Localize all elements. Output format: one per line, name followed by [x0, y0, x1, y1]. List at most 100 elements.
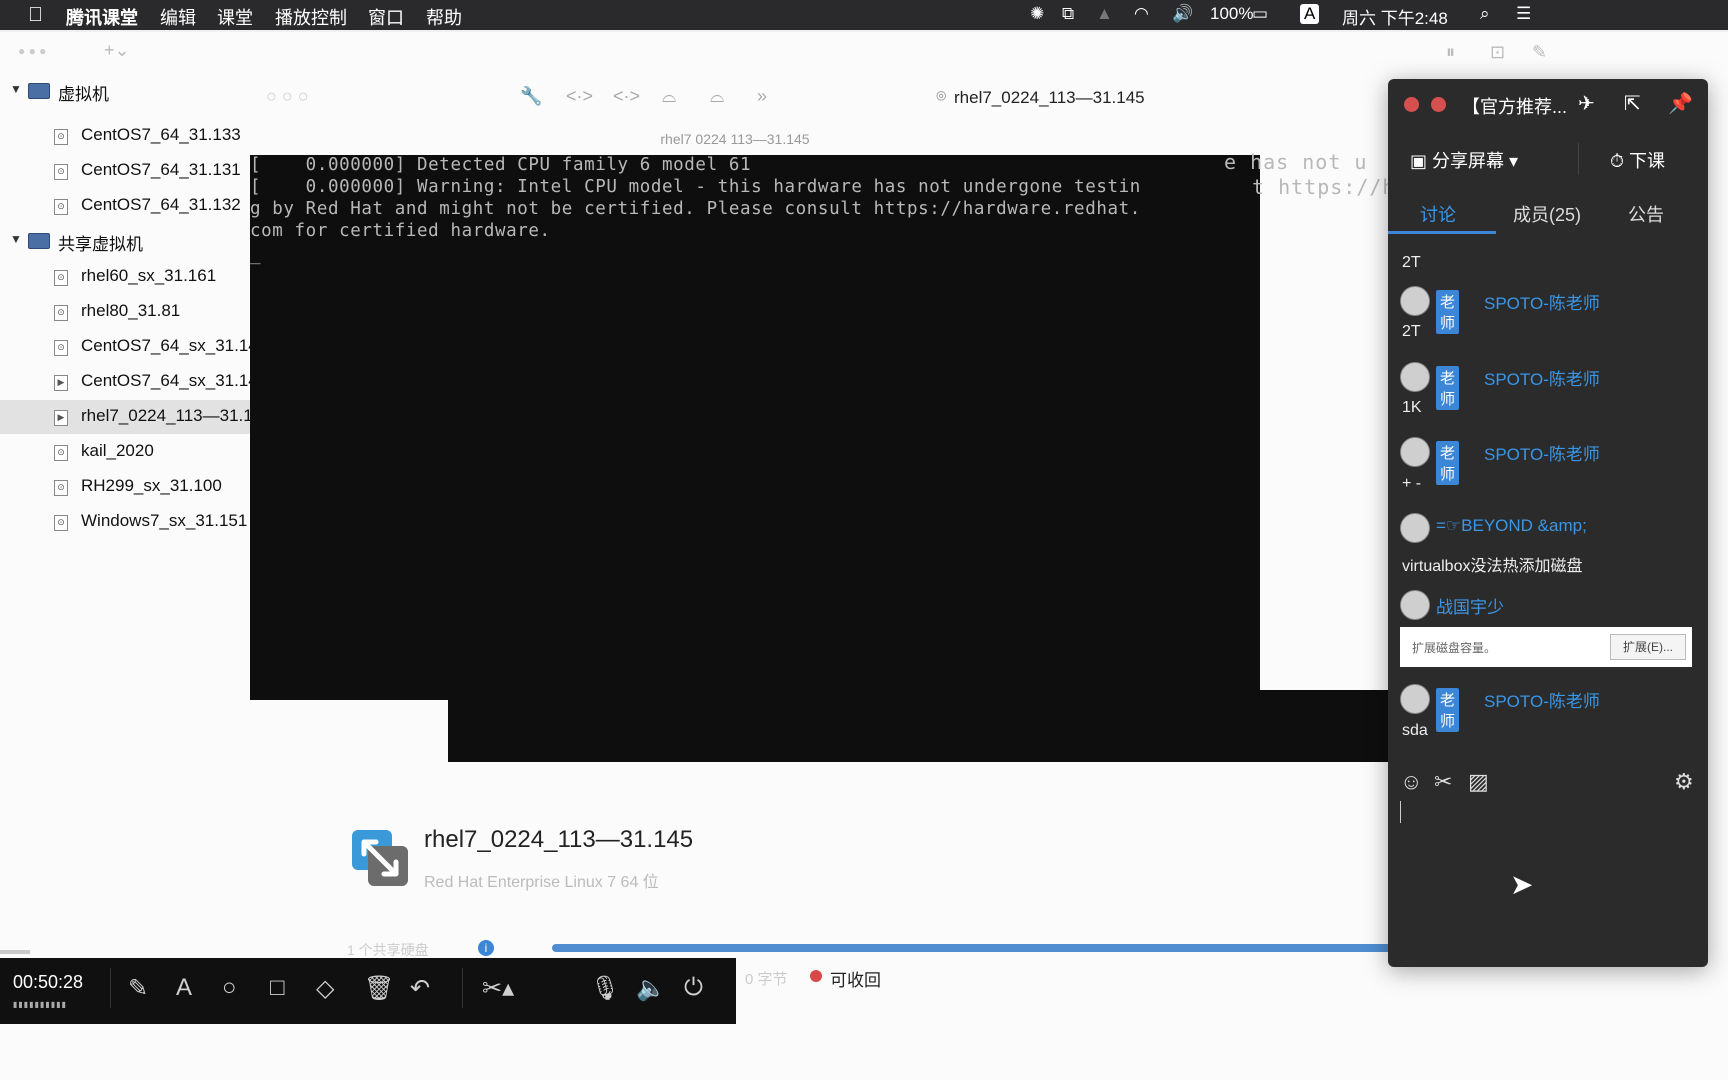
info-icon[interactable]: i	[478, 940, 494, 956]
vm-name: rhel7_0224_113—31.145	[424, 826, 694, 853]
speaker-icon[interactable]: 🔈	[636, 974, 666, 1003]
battery-icon[interactable]: ▭	[1252, 4, 1268, 24]
mouse-pointer-icon: ➤	[1510, 869, 1534, 900]
snapshot-icon[interactable]: ⊡	[1490, 42, 1505, 63]
sender-name[interactable]: SPOTO-陈老师	[1484, 687, 1600, 712]
window-controls[interactable]: ● ● ●	[18, 44, 46, 58]
console-line: [ 0.000000] Warning: Intel CPU model - t…	[250, 177, 1141, 197]
pause-icon[interactable]: ⏸	[1446, 42, 1455, 63]
vm-console-extension[interactable]	[448, 690, 1388, 762]
vm-icon: ⊙	[54, 480, 68, 496]
menu-class[interactable]: 课堂	[217, 4, 253, 30]
rectangle-icon[interactable]: □	[270, 974, 285, 1002]
emoji-icon[interactable]: ☺	[1400, 769, 1422, 795]
sidebar-item-rhel60[interactable]: ⊙ rhel60_sx_31.161	[0, 262, 250, 292]
sidebar-item-kail[interactable]: ⊙ kail_2020	[0, 437, 250, 467]
vm-label: RH299_sx_31.100	[81, 476, 222, 495]
sidebar-item-windows7[interactable]: ⊙ Windows7_sx_31.151	[0, 507, 250, 537]
sidebar-item-rhel7-selected[interactable]: ▶ rhel7_0224_113—31.1	[0, 402, 251, 432]
divider	[462, 968, 463, 1008]
tab-members[interactable]: 成员(25)	[1513, 201, 1581, 227]
disclosure-icon[interactable]: ▼	[10, 232, 22, 246]
scissors-icon[interactable]: ✂	[1434, 769, 1452, 795]
image-message[interactable]: 扩展磁盘容量。 扩展(E)...	[1400, 627, 1692, 667]
wifi-icon[interactable]: ◠	[1134, 4, 1149, 24]
network-icon[interactable]: <·>	[566, 86, 593, 107]
avatar[interactable]	[1400, 513, 1430, 543]
eraser-icon[interactable]: ◇	[316, 974, 334, 1003]
image-icon[interactable]: ▨	[1468, 769, 1489, 795]
share-out-icon[interactable]: ⇱	[1624, 91, 1641, 116]
wrench-icon[interactable]: 🔧	[520, 86, 542, 107]
menu-edit[interactable]: 编辑	[160, 4, 196, 30]
wrench-icon[interactable]: ✎	[1532, 42, 1547, 63]
add-icon[interactable]: +⌄	[104, 40, 130, 61]
minimize-dot[interactable]	[1431, 97, 1446, 112]
vm-icon: ⊙	[54, 199, 68, 215]
sidebar-item-centos-133[interactable]: ⊙ CentOS7_64_31.133	[0, 121, 250, 151]
clock[interactable]: 周六 下午2:48	[1342, 4, 1448, 29]
avatar[interactable]	[1400, 362, 1430, 392]
search-icon[interactable]: ⌕	[1480, 4, 1490, 24]
group-vms[interactable]: ▼ 虚拟机	[0, 76, 250, 106]
vm-icon: ⊙	[54, 305, 68, 321]
menu-playback[interactable]: 播放控制	[275, 4, 347, 30]
console-ghost-line: e has not u	[1224, 150, 1368, 174]
menu-help[interactable]: 帮助	[426, 4, 462, 30]
sender-name[interactable]: SPOTO-陈老师	[1484, 365, 1600, 390]
screen-mirror-icon[interactable]: ⧉	[1062, 4, 1074, 24]
sender-name[interactable]: 战国宇少	[1436, 593, 1504, 618]
tab-discussion[interactable]: 讨论	[1420, 201, 1456, 227]
power-icon[interactable]: ⏻	[684, 974, 703, 1002]
disclosure-icon[interactable]: ▼	[10, 82, 22, 96]
pin-icon[interactable]: 📌	[1668, 91, 1693, 116]
avatar[interactable]	[1400, 286, 1430, 316]
image-message-button: 扩展(E)...	[1610, 634, 1686, 660]
menu-app[interactable]: 腾讯课堂	[66, 4, 138, 30]
end-class-button[interactable]: ⏱ 下课	[1610, 147, 1665, 173]
close-dot[interactable]	[1404, 97, 1419, 112]
trash-icon[interactable]: 🗑	[364, 974, 394, 1003]
apple-icon[interactable]: 	[28, 4, 43, 27]
sidebar-item-centos-132[interactable]: ⊙ CentOS7_64_31.132	[0, 191, 250, 221]
vm-icon: ⊙	[54, 445, 68, 461]
chat-input[interactable]	[1400, 801, 1401, 823]
undo-icon[interactable]: ↶	[410, 974, 430, 1003]
send-icon[interactable]: ✈	[1578, 91, 1595, 116]
sidebar-item-rhel80[interactable]: ⊙ rhel80_31.81	[0, 297, 250, 327]
computer-icon	[28, 233, 50, 249]
microphone-icon[interactable]: 🎙	[590, 974, 620, 1003]
disk2-icon[interactable]: ⌓	[710, 86, 724, 107]
divider	[1578, 143, 1579, 175]
sidebar-item-rh299[interactable]: ⊙ RH299_sx_31.100	[0, 472, 250, 502]
sidebar-item-centos-sx-a[interactable]: ⊙ CentOS7_64_sx_31.14	[0, 332, 251, 362]
text-icon[interactable]: A	[176, 974, 192, 1002]
menu-window[interactable]: 窗口	[368, 4, 404, 30]
disk-icon[interactable]: ⌓	[662, 86, 676, 107]
tab-notice[interactable]: 公告	[1628, 201, 1664, 227]
pinwheel-icon[interactable]: ✺	[1030, 4, 1044, 24]
sidebar-item-centos-sx-b[interactable]: ▶ CentOS7_64_sx_31.14	[0, 367, 251, 397]
input-method[interactable]: A	[1300, 4, 1320, 24]
volume-icon[interactable]: 🔊	[1172, 4, 1193, 24]
avatar[interactable]	[1400, 684, 1430, 714]
network2-icon[interactable]: <·>	[613, 86, 640, 107]
control-center-icon[interactable]: ☰	[1516, 4, 1531, 24]
avatar[interactable]	[1400, 590, 1430, 620]
vm-console[interactable]: [ 0.000000] Detected CPU family 6 model …	[250, 155, 1260, 700]
group-shared-vms[interactable]: ▼ 共享虚拟机	[0, 226, 250, 256]
share-screen-button[interactable]: ▣ 分享屏幕 ▾	[1410, 147, 1518, 173]
avatar[interactable]	[1400, 437, 1430, 467]
settings-icon[interactable]: ⚙	[1674, 769, 1694, 795]
sender-name[interactable]: SPOTO-陈老师	[1484, 440, 1600, 465]
circle-icon[interactable]: ○	[222, 974, 237, 1002]
more-icon[interactable]: »	[757, 86, 767, 107]
scissors-icon[interactable]: ✂▴	[482, 974, 514, 1003]
sender-name[interactable]: =☞BEYOND &amp;	[1436, 516, 1587, 536]
sidebar-item-centos-131[interactable]: ⊙ CentOS7_64_31.131	[0, 156, 250, 186]
window-dots-icon[interactable]: ○ ○ ○	[266, 86, 309, 107]
teacher-badge: 老师	[1436, 290, 1460, 334]
app-status-icon[interactable]: ▲	[1096, 4, 1113, 24]
sender-name[interactable]: SPOTO-陈老师	[1484, 289, 1600, 314]
pen-icon[interactable]: ✎	[128, 974, 148, 1003]
